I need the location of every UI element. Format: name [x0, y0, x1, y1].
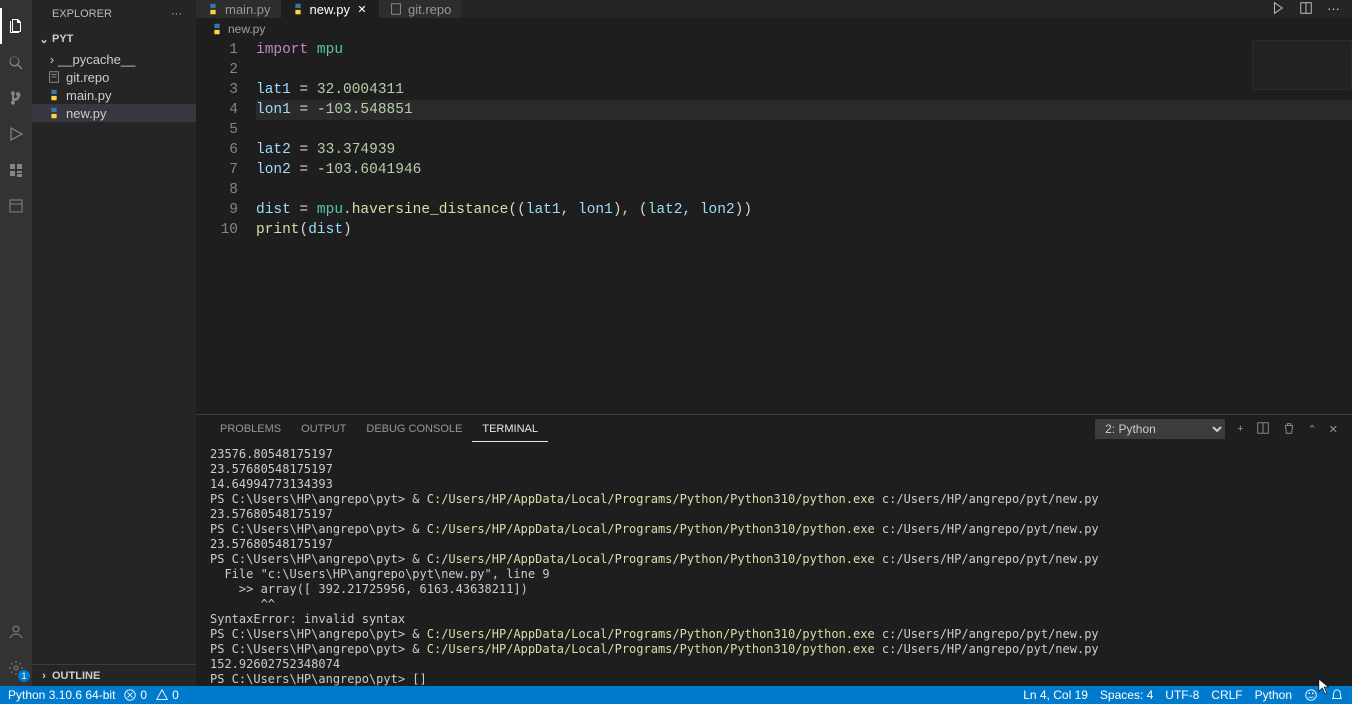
settings-badge: 1 — [18, 670, 30, 682]
status-encoding[interactable]: UTF-8 — [1165, 688, 1199, 702]
editor-body[interactable]: 1 2 3 4 5 6 7 8 9 10 import mpu lat1 = 3… — [196, 40, 1352, 414]
tab-label: new.py — [310, 2, 350, 17]
activity-layout[interactable] — [0, 188, 32, 224]
close-panel-icon[interactable]: ✕ — [1329, 423, 1338, 436]
tab-label: main.py — [225, 2, 271, 17]
activity-account[interactable] — [0, 614, 32, 650]
chevron-right-icon: › — [46, 51, 58, 67]
panel-tab-problems[interactable]: PROBLEMS — [210, 417, 291, 441]
status-python[interactable]: Python 3.10.6 64-bit — [8, 688, 115, 702]
more-icon[interactable]: ··· — [1327, 1, 1340, 18]
feedback-icon — [1304, 688, 1318, 702]
breadcrumb-file: new.py — [228, 22, 265, 36]
activity-bar: 1 — [0, 0, 32, 686]
account-icon — [8, 624, 24, 640]
tree-file-new[interactable]: new.py — [32, 104, 196, 122]
tab-gitrepo[interactable]: git.repo — [379, 0, 461, 18]
python-icon — [46, 105, 62, 121]
tab-bar: main.py new.py ✕ git.repo ··· — [196, 0, 1352, 18]
error-icon — [123, 688, 137, 702]
split-icon[interactable] — [1299, 1, 1313, 18]
kill-terminal-icon[interactable] — [1282, 421, 1296, 438]
more-icon[interactable]: ··· — [171, 8, 182, 20]
branch-icon — [8, 90, 24, 106]
chevron-right-icon: › — [36, 668, 52, 684]
status-bar: Python 3.10.6 64-bit 0 0 Ln 4, Col 19 Sp… — [0, 686, 1352, 704]
panel: PROBLEMS OUTPUT DEBUG CONSOLE TERMINAL 2… — [196, 414, 1352, 686]
activity-search[interactable] — [0, 44, 32, 80]
activity-extensions[interactable] — [0, 152, 32, 188]
tree-label: main.py — [66, 88, 112, 103]
maximize-panel-icon[interactable]: ⌃ — [1308, 423, 1317, 436]
tab-new[interactable]: new.py ✕ — [281, 0, 379, 18]
status-feedback[interactable] — [1304, 688, 1318, 702]
panel-actions: 2: Python + ⌃ ✕ — [1095, 419, 1338, 439]
tree-file-main[interactable]: main.py — [32, 86, 196, 104]
file-tree: › __pycache__ git.repo main.py — [32, 50, 196, 664]
outline-label: OUTLINE — [52, 670, 100, 682]
status-spaces[interactable]: Spaces: 4 — [1100, 688, 1153, 702]
panel-tab-debugconsole[interactable]: DEBUG CONSOLE — [356, 417, 472, 441]
warning-icon — [155, 688, 169, 702]
status-cursor[interactable]: Ln 4, Col 19 — [1023, 688, 1088, 702]
activity-explorer[interactable] — [0, 8, 32, 44]
panel-tab-output[interactable]: OUTPUT — [291, 417, 356, 441]
file-icon — [46, 69, 62, 85]
status-eol[interactable]: CRLF — [1211, 688, 1242, 702]
python-icon — [210, 22, 224, 36]
breadcrumb[interactable]: new.py — [196, 18, 1352, 40]
chevron-down-icon: ⌄ — [36, 31, 52, 47]
code-content[interactable]: import mpu lat1 = 32.0004311 lon1 = -103… — [256, 40, 1352, 414]
editor-area: main.py new.py ✕ git.repo ··· — [196, 0, 1352, 686]
status-warnings[interactable]: 0 — [155, 688, 179, 702]
explorer-title: EXPLORER — [52, 8, 112, 20]
split-terminal-icon[interactable] — [1256, 421, 1270, 438]
minimap[interactable] — [1252, 40, 1352, 90]
tab-main[interactable]: main.py — [196, 0, 281, 18]
activity-settings[interactable]: 1 — [0, 650, 32, 686]
status-bell[interactable] — [1330, 688, 1344, 702]
sidebar-outline[interactable]: › OUTLINE — [32, 664, 196, 686]
sidebar: EXPLORER ··· ⌄ PYT › __pycache__ git.rep… — [32, 0, 196, 686]
tab-actions: ··· — [1271, 1, 1352, 18]
tree-label: new.py — [66, 106, 106, 121]
terminal-content[interactable]: 23576.80548175197 23.57680548175197 14.6… — [196, 443, 1352, 686]
extensions-icon — [8, 162, 24, 178]
gutter: 1 2 3 4 5 6 7 8 9 10 — [196, 40, 256, 414]
file-icon — [389, 2, 403, 16]
run-icon[interactable] — [1271, 1, 1285, 18]
panel-tab-terminal[interactable]: TERMINAL — [472, 417, 548, 442]
project-name: PYT — [52, 33, 73, 45]
new-terminal-icon[interactable]: + — [1237, 423, 1243, 435]
play-icon — [8, 126, 24, 142]
layout-icon — [8, 198, 24, 214]
panel-tabs: PROBLEMS OUTPUT DEBUG CONSOLE TERMINAL 2… — [196, 415, 1352, 443]
close-icon[interactable]: ✕ — [355, 2, 369, 16]
python-icon — [291, 2, 305, 16]
tree-file-gitrepo[interactable]: git.repo — [32, 68, 196, 86]
activity-scm[interactable] — [0, 80, 32, 116]
tree-folder-pycache[interactable]: › __pycache__ — [32, 50, 196, 68]
python-icon — [46, 87, 62, 103]
files-icon — [8, 18, 24, 34]
python-icon — [206, 2, 220, 16]
status-lang[interactable]: Python — [1255, 688, 1292, 702]
sidebar-project[interactable]: ⌄ PYT — [32, 28, 196, 50]
sidebar-header: EXPLORER ··· — [32, 0, 196, 28]
bell-icon — [1330, 688, 1344, 702]
status-errors[interactable]: 0 — [123, 688, 147, 702]
activity-debug[interactable] — [0, 116, 32, 152]
tree-label: __pycache__ — [58, 52, 135, 67]
tab-label: git.repo — [408, 2, 451, 17]
tree-label: git.repo — [66, 70, 109, 85]
search-icon — [8, 54, 24, 70]
terminal-select[interactable]: 2: Python — [1095, 419, 1225, 439]
